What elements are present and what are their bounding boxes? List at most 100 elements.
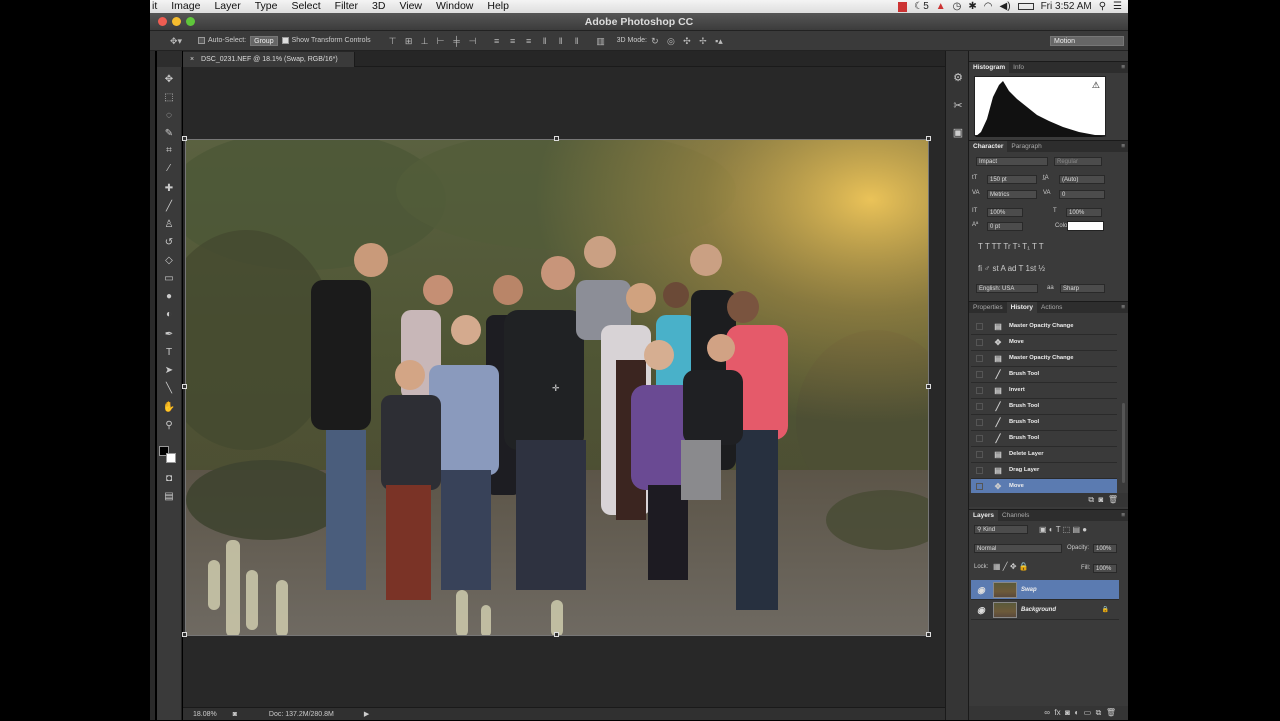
pen-tool-icon[interactable]: ✒ (161, 328, 177, 342)
close-tab-icon[interactable]: × (190, 56, 194, 63)
3d-rotate-icon[interactable]: ↻ (649, 36, 661, 46)
transform-handle-bottom[interactable] (554, 632, 559, 637)
crop-tool-icon[interactable]: ⌗ (161, 144, 177, 158)
quick-select-tool-icon[interactable]: ✎ (161, 127, 177, 141)
auto-select-target-select[interactable]: Group (250, 35, 278, 46)
3d-drag-icon[interactable]: ✣ (681, 36, 693, 46)
history-snapshot-checkbox[interactable] (976, 451, 983, 458)
history-item[interactable]: ╱ Brush Tool (971, 415, 1117, 431)
notification-center-icon[interactable]: ☰ (1113, 1, 1122, 12)
layer-name[interactable]: Background (1021, 600, 1056, 620)
baseline-shift-field[interactable]: 0 pt (987, 222, 1023, 231)
status-eye-icon[interactable]: ◙ (233, 711, 237, 718)
history-snapshot-checkbox[interactable] (976, 323, 983, 330)
history-snapshot-checkbox[interactable] (976, 371, 983, 378)
menu-item-edit[interactable]: it (150, 0, 164, 13)
brush-tool-icon[interactable]: ╱ (161, 200, 177, 214)
history-snapshot-checkbox[interactable] (976, 435, 983, 442)
transform-handle-bottom-left[interactable] (182, 632, 187, 637)
drive-icon[interactable]: ▲ (936, 1, 946, 12)
add-mask-icon[interactable]: ◙ (1065, 708, 1070, 717)
link-layers-icon[interactable]: ∞ (1044, 708, 1050, 717)
leading-field[interactable]: (Auto) (1059, 175, 1105, 184)
hand-tool-icon[interactable]: ✋ (161, 401, 177, 415)
background-color-swatch[interactable] (166, 453, 176, 463)
layers-panel-menu-icon[interactable]: ≡ (1121, 510, 1125, 522)
auto-align-icon[interactable]: ▥ (595, 36, 607, 46)
history-item[interactable]: ╱ Brush Tool (971, 367, 1117, 383)
tools-panel-header[interactable] (157, 51, 182, 67)
distribute-top-icon[interactable]: ≡ (491, 36, 503, 46)
tab-paragraph[interactable]: Paragraph (1007, 141, 1045, 153)
menu-item-type[interactable]: Type (248, 0, 285, 13)
fill-field[interactable]: 100% (1093, 564, 1117, 573)
menu-item-select[interactable]: Select (284, 0, 327, 13)
zoom-window-button[interactable] (186, 17, 195, 26)
3d-roll-icon[interactable]: ◎ (665, 36, 677, 46)
history-snapshot-checkbox[interactable] (976, 403, 983, 410)
history-snapshot-checkbox[interactable] (976, 467, 983, 474)
lasso-tool-icon[interactable]: ◌ (161, 109, 177, 123)
layer-visibility-eye-icon[interactable]: ◉ (977, 585, 987, 595)
menu-item-image[interactable]: Image (164, 0, 207, 13)
faux-style-buttons[interactable]: T T TT Tr T¹ T₁ T T (978, 242, 1044, 251)
clock[interactable]: Fri 3:52 AM (1041, 1, 1092, 12)
history-snapshot-checkbox[interactable] (976, 355, 983, 362)
tab-info[interactable]: Info (1009, 62, 1028, 74)
transform-handle-top-right[interactable] (926, 136, 931, 141)
history-item[interactable]: ╱ Brush Tool (971, 399, 1117, 415)
screen-mode-icon[interactable]: ▤ (161, 490, 177, 504)
adjustment-layer-icon[interactable]: ◐ (1074, 708, 1079, 717)
blend-mode-select[interactable]: Normal (974, 544, 1062, 553)
distribute-bottom-icon[interactable]: ≡ (523, 36, 535, 46)
minimize-window-button[interactable] (172, 17, 181, 26)
delete-state-icon[interactable]: 🗑 (1108, 495, 1118, 504)
layer-filter-icons[interactable]: ▣ ◐ T ⬚ ▤ ● (1039, 525, 1087, 534)
move-tool-preset-icon[interactable]: ✥▾ (170, 36, 182, 46)
tool-presets-icon[interactable]: ⚙ (951, 71, 965, 85)
tab-channels[interactable]: Channels (998, 510, 1033, 522)
blur-tool-icon[interactable]: ● (161, 290, 177, 304)
tab-layers[interactable]: Layers (969, 510, 998, 522)
type-tool-icon[interactable]: T (161, 346, 177, 360)
transform-center-icon[interactable]: ✛ (552, 383, 560, 394)
kerning-field[interactable]: Metrics (987, 190, 1037, 199)
battery-icon[interactable] (1017, 3, 1034, 10)
transform-handle-top[interactable] (554, 136, 559, 141)
gradient-tool-icon[interactable]: ▭ (161, 272, 177, 286)
new-document-from-state-icon[interactable]: ⧉ (1088, 495, 1094, 504)
align-top-icon[interactable]: ⊤ (387, 36, 399, 46)
path-select-tool-icon[interactable]: ➤ (161, 364, 177, 378)
opentype-buttons[interactable]: fi ♂ st A ad T 1st ½ (978, 264, 1045, 273)
dodge-tool-icon[interactable]: ◐ (161, 308, 177, 322)
history-snapshot-checkbox[interactable] (976, 387, 983, 394)
font-family-select[interactable]: Impact (976, 157, 1048, 166)
menu-item-view[interactable]: View (392, 0, 429, 13)
layer-row-background[interactable]: ◉ Background 🔒 (971, 600, 1119, 620)
app-badge-icon[interactable]: ☾5 (914, 1, 929, 12)
transform-handle-left[interactable] (182, 384, 187, 389)
distribute-right-icon[interactable]: ‖ (571, 36, 583, 46)
distribute-vcenter-icon[interactable]: ≡ (507, 36, 519, 46)
history-item[interactable]: ╱ Brush Tool (971, 431, 1117, 447)
tracking-field[interactable]: 0 (1059, 190, 1105, 199)
new-group-icon[interactable]: ▭ (1084, 708, 1092, 717)
new-layer-icon[interactable]: ⧉ (1096, 708, 1102, 717)
eraser-tool-icon[interactable]: ◇ (161, 254, 177, 268)
history-brush-tool-icon[interactable]: ↺ (161, 236, 177, 250)
status-menu-arrow-icon[interactable]: ▶ (364, 711, 369, 718)
align-left-icon[interactable]: ⊢ (435, 36, 447, 46)
language-select[interactable]: English: USA (976, 284, 1038, 293)
spotlight-icon[interactable]: ⚲ (1099, 1, 1106, 12)
tab-character[interactable]: Character (969, 141, 1008, 153)
align-bottom-icon[interactable]: ⊥ (419, 36, 431, 46)
move-tool-icon[interactable]: ✥ (161, 73, 177, 87)
character-panel-menu-icon[interactable]: ≡ (1121, 141, 1125, 153)
history-item[interactable]: ▤ Master Opacity Change (971, 351, 1117, 367)
layer-visibility-eye-icon[interactable]: ◉ (977, 605, 987, 615)
menu-item-filter[interactable]: Filter (328, 0, 365, 13)
history-scrollbar[interactable] (1122, 403, 1125, 483)
scissors-icon[interactable]: ✂ (951, 99, 965, 113)
3d-slide-icon[interactable]: ✢ (697, 36, 709, 46)
align-right-icon[interactable]: ⊣ (467, 36, 479, 46)
